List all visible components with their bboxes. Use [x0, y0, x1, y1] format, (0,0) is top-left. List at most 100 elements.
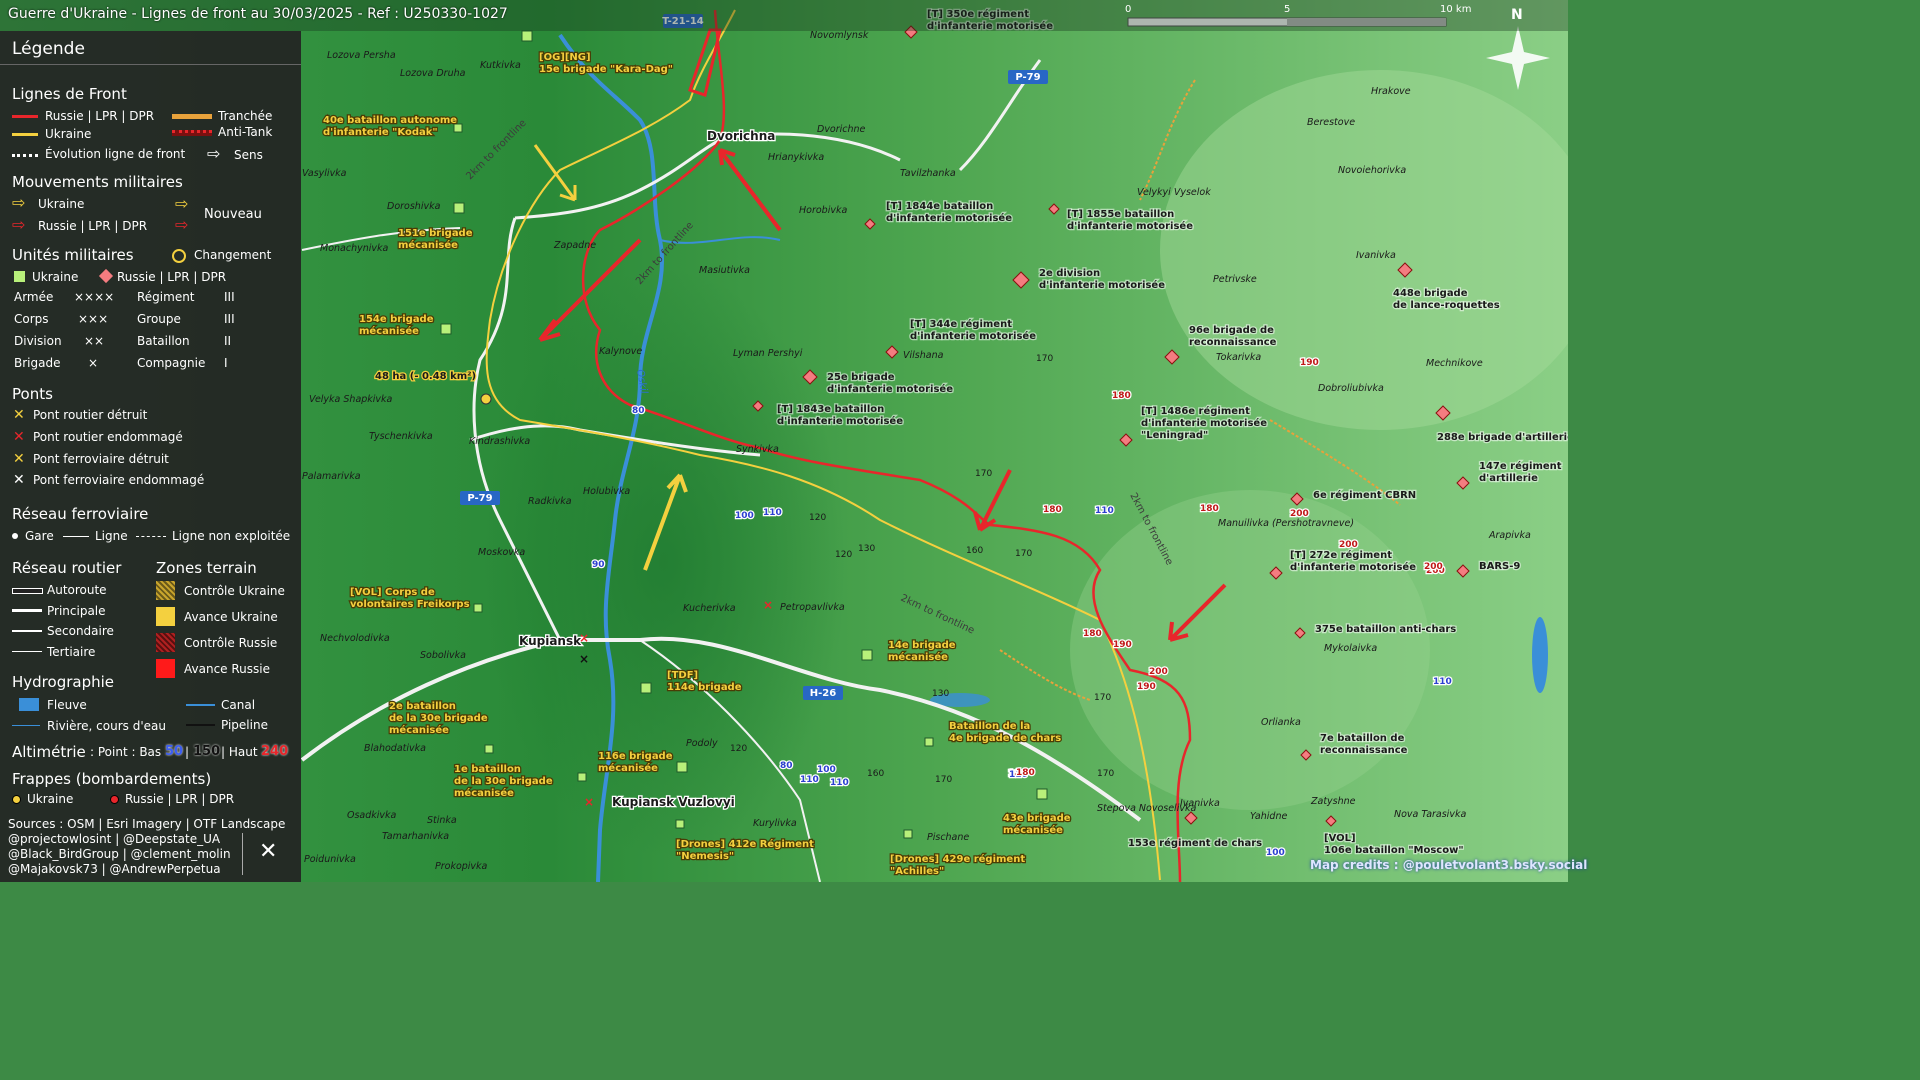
town-label: Blahodativka	[364, 743, 426, 754]
evolution-label: Évolution ligne de front	[45, 147, 186, 161]
rail-bridge-damaged-icon: ✕	[13, 472, 25, 488]
elevation-point: 100	[735, 511, 754, 521]
town-label: Podoly	[686, 738, 718, 749]
echelon-bataillon-symbol: II	[224, 334, 232, 348]
town-label: Palamarivka	[302, 471, 361, 482]
elevation-point: 180	[1200, 504, 1219, 514]
zone-control-russia: Contrôle Russie	[184, 636, 278, 650]
elevation-point: 180	[1016, 768, 1035, 778]
lake	[1532, 617, 1548, 693]
town-label: Stinka	[427, 815, 457, 826]
town-label: Ivanivka	[1356, 250, 1396, 261]
scale-label-5: 5	[1284, 4, 1291, 15]
russia-unit-label: BARS-9	[1479, 561, 1520, 572]
river-major-swatch	[19, 698, 39, 711]
town-label: Petropavlivka	[780, 602, 845, 613]
elevation-point: 160	[867, 769, 884, 779]
town-label: Dvorichne	[817, 124, 866, 135]
ukraine-unit-label: 40e bataillon autonome d'infanterie "Koda…	[323, 115, 457, 138]
elevation-point: 180	[1043, 505, 1062, 515]
altimetry-high-label: | Haut	[221, 745, 258, 759]
strike-ukraine-label: Ukraine	[27, 792, 74, 806]
altimetry-low: 50	[165, 744, 184, 759]
echelon-corps-symbol: ×××	[78, 312, 109, 326]
hydro-pipeline: Pipeline	[221, 718, 268, 732]
town-label: Zatyshne	[1310, 796, 1356, 807]
hydro-river-major: Fleuve	[47, 698, 87, 712]
elevation-point: 200	[1290, 509, 1309, 519]
elevation-point: 110	[763, 508, 782, 518]
echelon-corps: Corps	[14, 312, 49, 326]
elevation-point: 170	[935, 775, 952, 785]
echelon-division: Division	[14, 334, 62, 348]
russia-unit-label: 7e bataillon de reconnaissance	[1320, 733, 1408, 756]
rail-station-label: Gare	[25, 529, 54, 543]
sources-line-3: @Black_BirdGroup | @clement_molin	[8, 847, 231, 861]
elevation-point: 170	[1036, 354, 1053, 364]
zone-control-ukraine-swatch	[156, 581, 175, 600]
road-bridge-damaged-icon: ✕	[13, 429, 25, 445]
units-heading: Unités militaires	[12, 246, 134, 264]
bridge-road-destroyed: Pont routier détruit	[33, 408, 148, 422]
legend-panel: Légende Lignes de Front Russie | LPR | D…	[0, 31, 301, 882]
elevation-point: 120	[809, 513, 826, 523]
town-label: Berestove	[1307, 117, 1355, 128]
echelon-brigade-symbol: ×	[88, 356, 99, 370]
elevation-point: 190	[1300, 358, 1319, 368]
town-label: Dobroliubivka	[1318, 383, 1384, 394]
front-ukraine-label: Ukraine	[45, 127, 92, 141]
echelon-regiment: Régiment	[137, 290, 195, 304]
elevation-point: 190	[1137, 682, 1156, 692]
town-label: Kupiansk Vuzlovyi	[612, 795, 735, 809]
elevation-point: 170	[1097, 769, 1114, 779]
elevation-point: 200	[1424, 562, 1443, 572]
zone-advance-russia-swatch	[156, 659, 175, 678]
x-logo-icon[interactable]: ✕	[259, 839, 277, 864]
station-icon	[12, 533, 18, 539]
move-ukraine-label: Ukraine	[38, 197, 85, 211]
town-label: Nechvolodivka	[320, 633, 390, 644]
town-label: Masiutivka	[699, 265, 750, 276]
elevation-point: 100	[1266, 848, 1285, 858]
town-label: Dvorichna	[707, 129, 775, 143]
elevation-point: 200	[1149, 667, 1168, 677]
bridge-road-damaged: Pont routier endommagé	[33, 430, 183, 444]
movements-heading: Mouvements militaires	[12, 173, 183, 191]
town-label: Horobivka	[799, 205, 847, 216]
town-label: Pischane	[927, 832, 969, 843]
elevation-point: 120	[730, 744, 747, 754]
town-label: Hrianykivka	[768, 152, 824, 163]
town-label: Tamarhanivka	[382, 831, 449, 842]
elevation-point: 80	[632, 406, 645, 416]
elevation-point: 190	[1113, 640, 1132, 650]
rail-bridge-destroyed-icon: ✕	[13, 451, 25, 467]
sources-line-1: Sources : OSM | Esri Imagery | OTF Lands…	[8, 817, 286, 831]
elevation-point: 110	[800, 775, 819, 785]
echelon-armee: Armée	[14, 290, 54, 304]
town-label: Tyschenkivka	[369, 431, 433, 442]
new-russia-arrow-icon: ⇨	[175, 215, 189, 234]
town-label: Velyka Shapkivka	[309, 394, 393, 405]
russia-unit-label: 288e brigade d'artillerie	[1437, 432, 1568, 443]
scale-label-0: 0	[1125, 4, 1132, 15]
elevation-point: 170	[975, 469, 992, 479]
svg-text:×: ×	[579, 652, 589, 666]
town-label: Osadkivka	[347, 810, 397, 821]
change-label: Changement	[194, 248, 272, 262]
echelon-groupe-symbol: III	[224, 312, 235, 326]
russia-unit-label: 96e brigade de reconnaissance	[1189, 325, 1277, 348]
road-secondary-label: Secondaire	[47, 624, 114, 638]
strike-russia-label: Russie | LPR | DPR	[125, 792, 235, 806]
bridges-heading: Ponts	[12, 385, 53, 403]
town-label: Yahidne	[1250, 811, 1287, 822]
echelon-groupe: Groupe	[137, 312, 181, 326]
elevation-point: 170	[1015, 549, 1032, 559]
town-label: Mechnikove	[1426, 358, 1483, 369]
town-label: Vilshana	[903, 350, 944, 361]
rail-line-label: Ligne	[95, 529, 128, 543]
direction-arrow-icon: ⇨	[207, 144, 221, 163]
altimetry-text: : Point : Bas	[90, 745, 162, 759]
russia-unit-label: 6e régiment CBRN	[1313, 489, 1416, 501]
zone-advance-ukraine: Avance Ukraine	[184, 610, 278, 624]
hydro-canal: Canal	[221, 698, 256, 712]
